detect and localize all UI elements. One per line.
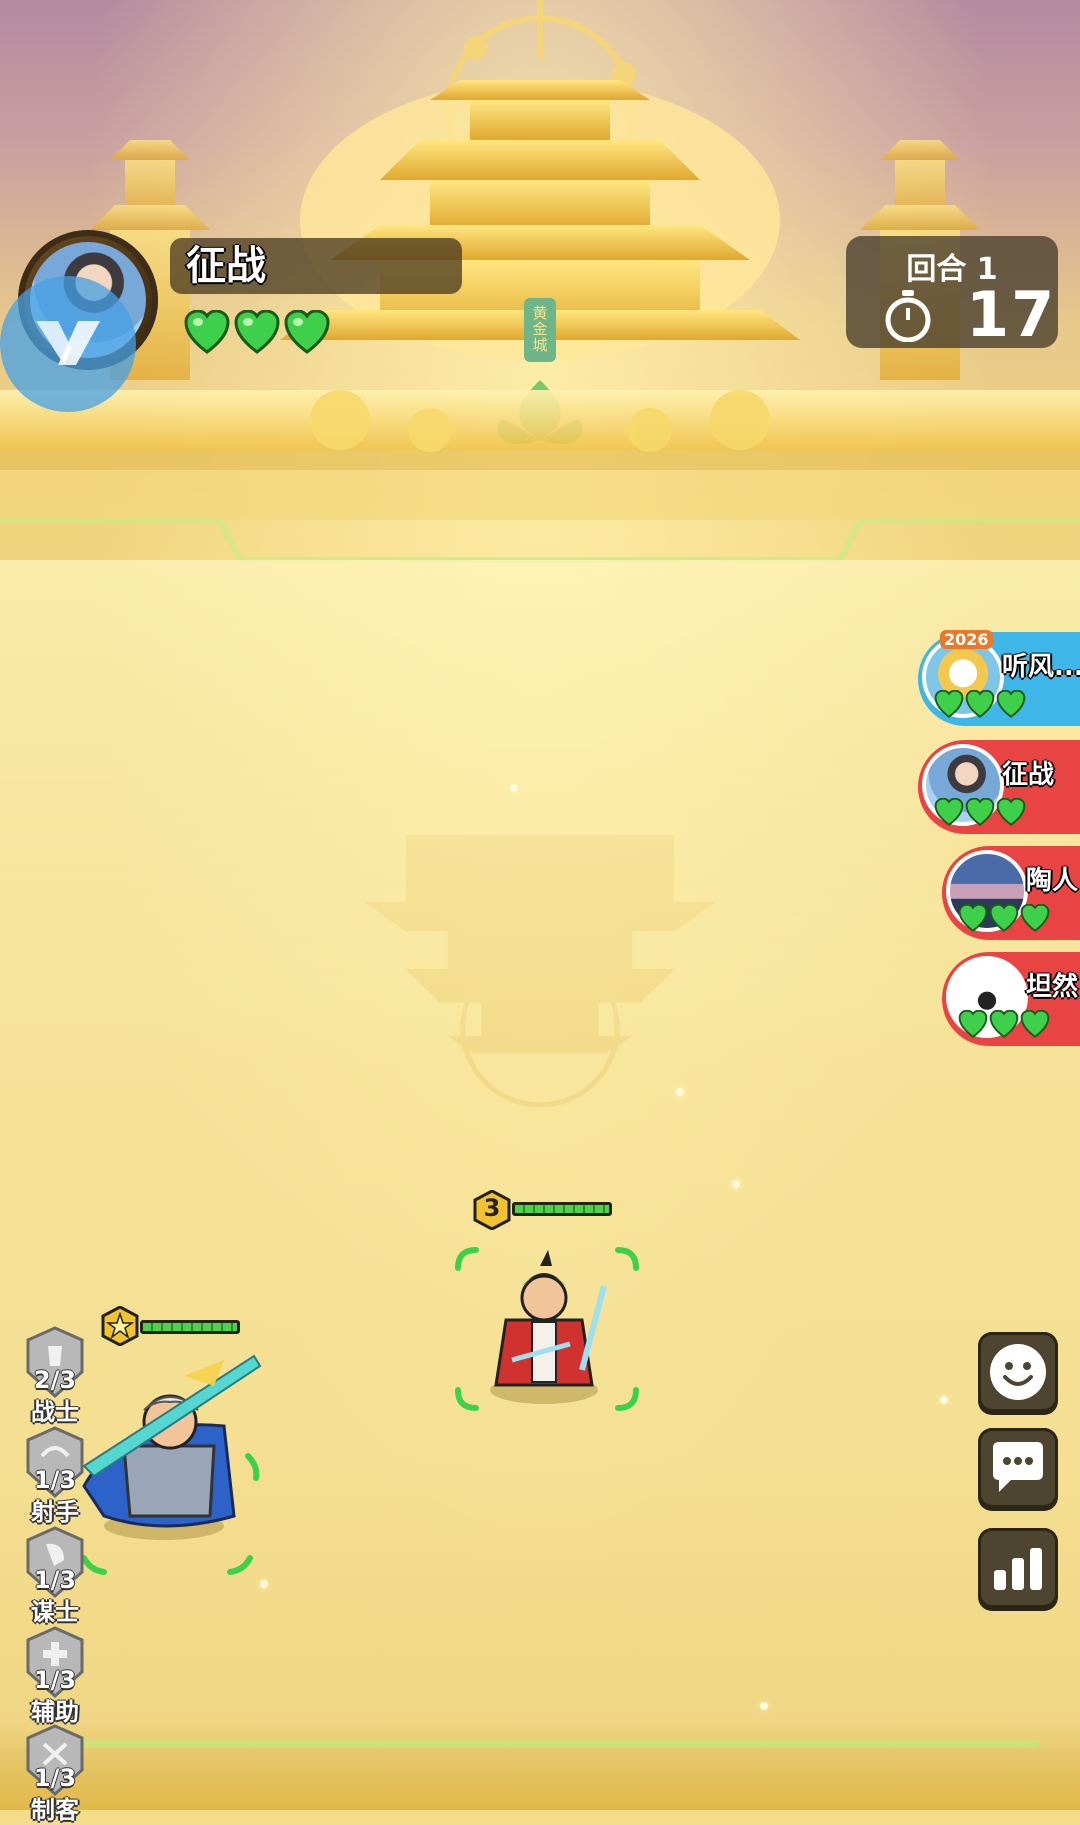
heart-icon xyxy=(234,310,280,354)
heart-icon xyxy=(934,690,964,718)
round-timer-panel: 回合 1 17 xyxy=(846,236,1058,351)
general-character xyxy=(81,1354,262,1575)
player-hearts xyxy=(184,310,330,354)
heart-icon xyxy=(965,798,995,826)
heart-icon xyxy=(284,310,330,354)
bar-chart-icon xyxy=(994,1548,1042,1590)
emote-button[interactable] xyxy=(978,1332,1058,1412)
chat-bubble-icon xyxy=(993,1442,1043,1492)
opponent-hearts xyxy=(934,690,1026,718)
heart-icon xyxy=(934,798,964,826)
class-count: 1/3 xyxy=(33,1666,77,1694)
opponent-hearts xyxy=(958,1010,1050,1038)
player-unit[interactable] xyxy=(64,1306,284,1576)
opponent-card[interactable]: 2026 听风... xyxy=(918,630,1080,726)
class-synergy-support[interactable]: 1/3 辅助 xyxy=(24,1626,86,1726)
assistant-logo-icon xyxy=(36,321,100,365)
class-count: 1/3 xyxy=(33,1466,77,1494)
player-health-fill xyxy=(143,1323,237,1331)
sparkle xyxy=(510,784,518,792)
swordsman-character xyxy=(455,1247,639,1411)
sparkle xyxy=(940,1396,948,1404)
opponent-hearts xyxy=(958,904,1050,932)
heart-icon xyxy=(1020,904,1050,932)
chat-button[interactable] xyxy=(978,1428,1058,1508)
heart-icon xyxy=(989,1010,1019,1038)
enemy-health-fill xyxy=(515,1205,609,1213)
opponent-badge: 2026 xyxy=(940,630,993,649)
countdown-seconds: 17 xyxy=(966,278,1057,351)
class-synergy-strategist[interactable]: 1/3 谋士 xyxy=(24,1526,86,1626)
class-name: 辅助 xyxy=(31,1698,79,1726)
enemy-health-bar xyxy=(512,1202,612,1216)
class-count: 1/3 xyxy=(33,1566,77,1594)
heart-icon xyxy=(184,310,230,354)
heart-icon xyxy=(996,690,1026,718)
class-synergy-archer[interactable]: 1/3 射手 xyxy=(24,1426,86,1526)
class-synergy-warrior[interactable]: 2/3 战士 xyxy=(24,1326,86,1426)
stopwatch-icon xyxy=(885,290,931,342)
opponent-card[interactable]: 陶人 xyxy=(942,846,1080,940)
player-health-bar xyxy=(140,1320,240,1334)
class-count: 2/3 xyxy=(33,1366,77,1394)
class-count: 1/3 xyxy=(33,1764,77,1792)
opponent-name: 听风... xyxy=(1002,652,1080,682)
smiley-icon xyxy=(990,1344,1046,1400)
class-name: 谋士 xyxy=(31,1598,79,1626)
stats-button[interactable] xyxy=(978,1528,1058,1608)
opponent-name: 坦然 xyxy=(1026,972,1079,1002)
arena-bottom-rail xyxy=(0,1720,1080,1810)
svg-text:城: 城 xyxy=(532,336,547,354)
enemy-unit[interactable]: 3 xyxy=(452,1190,642,1430)
sparkle xyxy=(732,1180,740,1188)
sparkle xyxy=(260,1580,268,1588)
heart-icon xyxy=(996,798,1026,826)
heart-icon xyxy=(958,1010,988,1038)
sparkle xyxy=(676,1088,684,1096)
heart-icon xyxy=(965,690,995,718)
arena-floor xyxy=(0,560,1080,1810)
opponent-name: 陶人 xyxy=(1026,866,1079,896)
player-name: 征战 xyxy=(170,238,462,294)
heart-icon xyxy=(989,904,1019,932)
sparkle xyxy=(760,1702,768,1710)
opponent-card[interactable]: 征战 xyxy=(918,740,1080,834)
heart-icon xyxy=(1020,1010,1050,1038)
class-name: 制客 xyxy=(31,1796,79,1824)
class-synergy-assassin[interactable]: 1/3 制客 xyxy=(24,1724,86,1824)
class-name: 战士 xyxy=(31,1398,79,1426)
heart-icon xyxy=(958,904,988,932)
opponent-name: 征战 xyxy=(1002,760,1055,790)
floating-assistant-button[interactable] xyxy=(0,276,136,412)
opponent-hearts xyxy=(934,798,1026,826)
enemy-level: 3 xyxy=(483,1194,501,1222)
opponent-card[interactable]: 坦然 xyxy=(942,952,1080,1046)
class-name: 射手 xyxy=(31,1498,79,1526)
arena-rail-line xyxy=(60,1740,1040,1748)
